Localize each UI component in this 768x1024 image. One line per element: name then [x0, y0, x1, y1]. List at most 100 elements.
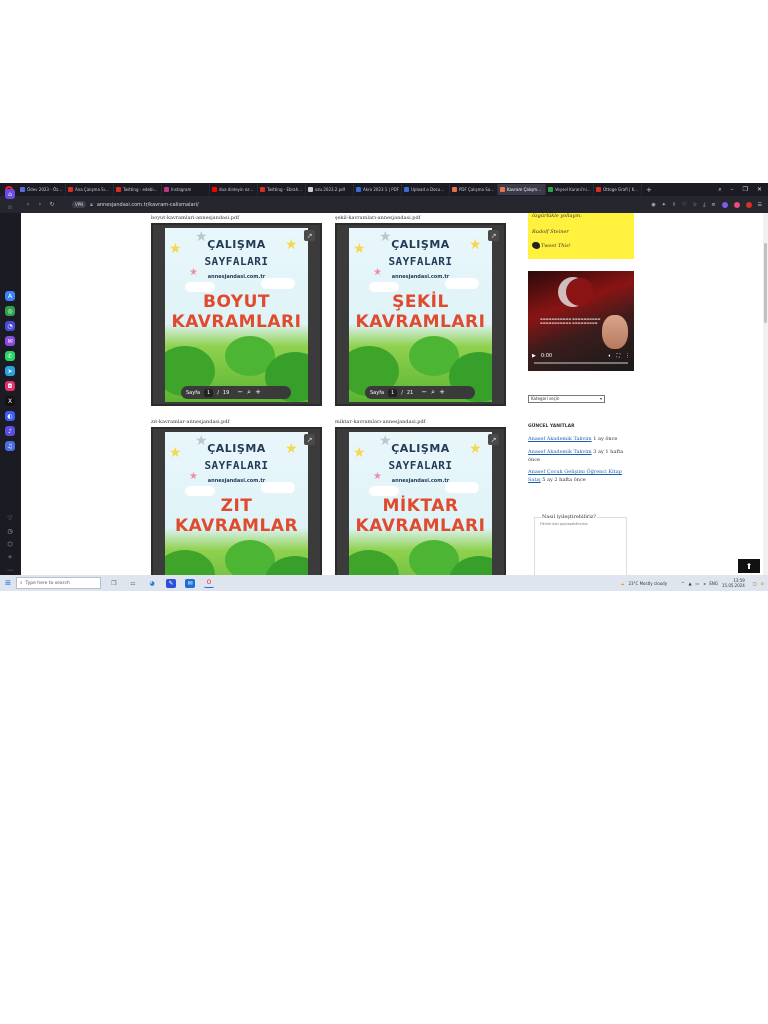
- back-icon[interactable]: ‹: [22, 201, 34, 208]
- profile-icon[interactable]: [733, 201, 740, 208]
- close-icon[interactable]: ✕: [757, 186, 762, 194]
- discord-icon[interactable]: ◔: [5, 321, 15, 331]
- instagram-icon[interactable]: ◘: [5, 381, 15, 391]
- page-number-input[interactable]: 1: [204, 388, 214, 397]
- page-scrollbar[interactable]: [763, 213, 768, 575]
- telegram-icon[interactable]: ➤: [5, 366, 15, 376]
- tray-chevron-icon[interactable]: ^: [681, 581, 684, 586]
- browser-tab[interactable]: dua dinleyin ezo...: [210, 184, 258, 195]
- browser-tab[interactable]: Kavram Çalışmaları - anne...: [498, 184, 546, 195]
- play-icon[interactable]: ▶: [532, 353, 536, 359]
- zoom-out-icon[interactable]: −: [421, 389, 427, 396]
- browser-tab[interactable]: Twitting - Ebrahi...: [258, 184, 306, 195]
- messenger-icon[interactable]: ✉: [5, 336, 15, 346]
- tiktok-icon[interactable]: ♫: [5, 441, 15, 451]
- scrollbar-thumb[interactable]: [764, 243, 767, 323]
- browser-tab[interactable]: Instagram: [162, 184, 210, 195]
- forward-icon[interactable]: ›: [34, 201, 46, 208]
- menu-icon[interactable]: ≡: [711, 202, 715, 208]
- zoom-icon[interactable]: ⌕: [247, 389, 251, 396]
- open-in-new-window-icon[interactable]: ↗: [488, 230, 499, 241]
- pdf-filename-link[interactable]: şekil-kavramları-annesjandasi.pdf: [335, 215, 421, 221]
- open-in-new-window-icon[interactable]: ↗: [304, 230, 315, 241]
- vpn-badge[interactable]: VPN: [72, 201, 87, 208]
- battery-icon[interactable]: ▭: [696, 581, 700, 586]
- category-select[interactable]: Kategori seçin ▾: [528, 395, 605, 403]
- network-icon[interactable]: ▲: [688, 581, 691, 586]
- browser-tab[interactable]: Twitting - edebi...: [114, 184, 162, 195]
- aria-sidebar-icon[interactable]: A: [5, 291, 15, 301]
- search-tabs-icon[interactable]: ⌕: [718, 186, 721, 194]
- browser-tab[interactable]: Veysel Karani'nin...: [546, 184, 594, 195]
- download-icon[interactable]: ⤓: [703, 202, 705, 208]
- reload-icon[interactable]: ↻: [46, 201, 58, 208]
- edge-icon[interactable]: ◕: [147, 579, 157, 588]
- comment-post-link[interactable]: Anasef Akademik Takvim: [528, 436, 592, 442]
- maximize-icon[interactable]: ❐: [743, 186, 748, 194]
- browser-tab[interactable]: Ottoge Grafi | Ko...: [594, 184, 642, 195]
- video-player[interactable]: ▬▬▬▬▬▬▬▬▬▬▬ ▬▬▬▬▬▬▬▬▬▬ ▬▬▬▬▬▬▬▬▬▬▬ ▬▬▬▬▬…: [528, 271, 634, 371]
- pdf-filename-link[interactable]: zıt-kavramlar-annesjandasi.pdf: [151, 419, 229, 425]
- minimize-icon[interactable]: –: [731, 186, 734, 194]
- heart-icon[interactable]: ♡: [682, 202, 686, 208]
- pdf-embed-viewer[interactable]: ★ ★ ★ ★ ÇALIŞMA SAYFALARI annesjandasi.com.tr Ş…: [335, 223, 506, 406]
- music-icon[interactable]: ♪: [5, 426, 15, 436]
- x-icon[interactable]: X: [5, 396, 15, 406]
- pdf-filename-link[interactable]: boyut-kavramlari-annesjandasi.pdf: [151, 215, 239, 221]
- browser-tab[interactable]: Ana Çalışma Sın...: [66, 184, 114, 195]
- notification-icon[interactable]: ▢: [753, 581, 757, 586]
- browser-tab[interactable]: Upload a Docum...: [402, 184, 450, 195]
- page-number-input[interactable]: 1: [388, 388, 398, 397]
- vk-icon[interactable]: ◐: [5, 411, 15, 421]
- mail-icon[interactable]: ✉: [185, 578, 195, 588]
- widgets-icon[interactable]: ⚏: [128, 579, 138, 588]
- tweet-this-link[interactable]: Tweet This!: [541, 243, 571, 249]
- lightbulb-icon[interactable]: ✧: [5, 552, 15, 562]
- video-progress-bar[interactable]: [534, 362, 628, 364]
- zoom-in-icon[interactable]: +: [439, 389, 445, 396]
- scroll-to-top-button[interactable]: ⬆: [738, 559, 760, 573]
- easy-setup-icon[interactable]: ☰: [758, 202, 762, 208]
- url-field[interactable]: VPN 🔒︎ annesjandasi.com.tr/kavram-calism…: [68, 199, 203, 210]
- zoom-icon[interactable]: ⌕: [431, 389, 435, 396]
- windows-start-icon[interactable]: ⊞: [0, 579, 16, 587]
- opera-taskbar-icon[interactable]: O: [204, 579, 214, 588]
- feedback-form[interactable]: Nasıl iyileştirebiliriz? Fikirlerinizi p…: [534, 514, 627, 575]
- speaker-icon[interactable]: ◂: [703, 581, 705, 586]
- fullscreen-icon[interactable]: ⛶: [616, 353, 620, 359]
- history-icon[interactable]: ◷: [5, 526, 15, 536]
- pdf-embed-viewer[interactable]: ★ ★ ★ ★ ÇALIŞMA SAYFALARI annesjandasi.com.tr M…: [335, 427, 506, 575]
- browser-tab[interactable]: PDF Çalışma Sa...: [450, 184, 498, 195]
- language-indicator[interactable]: ENG: [709, 581, 718, 586]
- url-text[interactable]: annesjandasi.com.tr/kavram-calismalari/: [97, 202, 199, 208]
- taskbar-search[interactable]: ⌕ Type here to search: [16, 577, 101, 589]
- open-in-new-window-icon[interactable]: ↗: [488, 434, 499, 445]
- comment-post-link[interactable]: Anasef Akademik Takvim: [528, 449, 592, 455]
- clock[interactable]: 13:59 15.05.2024: [722, 578, 745, 588]
- zoom-in-icon[interactable]: +: [255, 389, 261, 396]
- color-widget-icon[interactable]: ✿: [761, 581, 764, 586]
- share-icon[interactable]: ⇪: [672, 202, 676, 208]
- cube-icon[interactable]: ⬡: [5, 539, 15, 549]
- home-icon[interactable]: ⌂: [5, 189, 15, 199]
- new-tab-button[interactable]: +: [642, 186, 656, 194]
- volume-icon[interactable]: 🔈︎: [608, 353, 611, 359]
- task-view-icon[interactable]: ❒: [109, 579, 119, 588]
- open-in-new-window-icon[interactable]: ↗: [304, 434, 315, 445]
- camera-icon[interactable]: ◉: [651, 202, 655, 208]
- more-icon[interactable]: ⋯: [5, 565, 15, 575]
- adblock-icon[interactable]: [745, 201, 752, 208]
- pdf-filename-link[interactable]: miktar-kavramları-annesjandasi.pdf: [335, 419, 426, 425]
- browser-tab[interactable]: ozu.2023.2.pdf: [306, 184, 354, 195]
- chatgpt-icon[interactable]: ◎: [5, 306, 15, 316]
- speed-dial-icon[interactable]: ☆: [5, 202, 15, 212]
- feedback-input[interactable]: Fikirlerinizi paylaşabilirsiniz: [540, 522, 588, 526]
- pdf-embed-viewer[interactable]: ★ ★ ★ ★ ÇALIŞMA SAYFALARI annesjandasi.com.tr B…: [151, 223, 322, 406]
- aria-icon[interactable]: [721, 201, 728, 208]
- browser-tab[interactable]: Akro 2023 1 | PDF: [354, 184, 402, 195]
- video-menu-icon[interactable]: ⋮: [625, 353, 630, 359]
- paint-icon[interactable]: ✎: [166, 578, 176, 588]
- weather-text[interactable]: 23°C Mostly cloudy: [628, 581, 667, 586]
- twitter-bird-icon[interactable]: [532, 242, 540, 249]
- pdf-embed-viewer[interactable]: ★ ★ ★ ★ ÇALIŞMA SAYFALARI annesjandasi.com.tr Z…: [151, 427, 322, 575]
